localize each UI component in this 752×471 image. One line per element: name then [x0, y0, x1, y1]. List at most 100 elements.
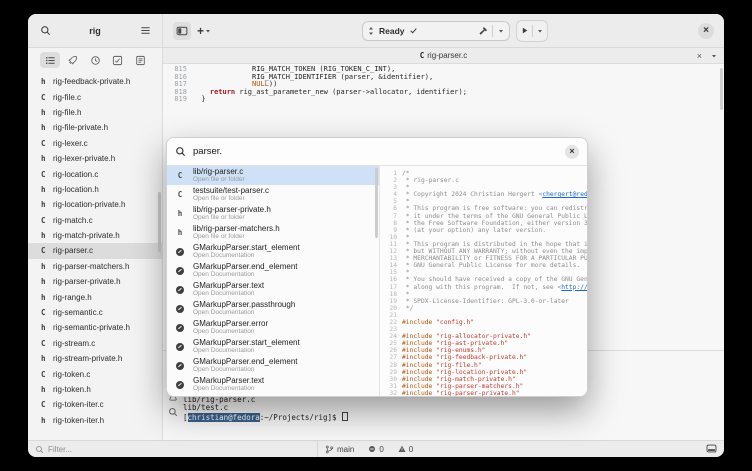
results-scrollbar[interactable]	[375, 168, 378, 238]
file-type-badge: C	[41, 139, 53, 148]
search-result-row[interactable]: GMarkupParser.start_elementOpen Document…	[167, 337, 379, 356]
line-number: 24	[384, 333, 402, 340]
file-row[interactable]: Crig-semantic.c	[28, 305, 162, 320]
preview-text: #include "rig-parser-private.h"	[402, 390, 520, 396]
file-row[interactable]: Crig-file.c	[28, 89, 162, 104]
search-result-row[interactable]: GMarkupParser.end_elementOpen Documentat…	[167, 261, 379, 280]
search-result-row[interactable]: GMarkupParser.passthroughOpen Documentat…	[167, 299, 379, 318]
omnibar[interactable]: Ready	[362, 21, 510, 41]
preview-line: 1/*	[384, 170, 587, 177]
file-row[interactable]: hrig-parser-private.h	[28, 274, 162, 289]
search-result-row[interactable]: hlib/rig-parser-matchers.hOpen file or f…	[167, 223, 379, 242]
line-number: 7	[384, 213, 402, 220]
search-dialog-body: Clib/rig-parser.cOpen file or folderCtes…	[167, 166, 587, 396]
preview-line: 32#include "rig-parser-private.h"	[384, 390, 587, 396]
result-texts: testsuite/test-parser.cOpen file or fold…	[193, 186, 269, 203]
file-type-badge: C	[41, 93, 53, 102]
file-row[interactable]: hrig-feedback-private.h	[28, 74, 162, 89]
warning-count[interactable]: 0	[391, 445, 420, 454]
file-row[interactable]: Crig-lexer.c	[28, 136, 162, 151]
toggle-bottom-panel-icon[interactable]	[706, 443, 724, 456]
project-tree-icon[interactable]	[40, 52, 60, 68]
sidebar-scrollbar[interactable]	[158, 192, 161, 252]
result-title: GMarkupParser.end_element	[193, 357, 298, 366]
file-name: rig-parser.c	[53, 246, 93, 255]
dialog-close-button[interactable]: ×	[565, 145, 579, 159]
sidebar-panel-tabs	[28, 48, 162, 72]
tab-close-icon[interactable]: ×	[697, 51, 702, 61]
menu-icon[interactable]	[136, 22, 154, 40]
tab-rig-parser[interactable]: Crig-parser.c	[163, 51, 724, 60]
file-row[interactable]: Crig-location.c	[28, 166, 162, 181]
preview-line: 22#include "config.h"	[384, 319, 587, 326]
preview-text: * (at your option) any later version.	[402, 227, 546, 234]
search-result-row[interactable]: Ctestsuite/test-parser.cOpen file or fol…	[167, 185, 379, 204]
result-subtitle: Open Documentation	[193, 271, 298, 279]
file-row[interactable]: hrig-location-private.h	[28, 197, 162, 212]
run-play-icon[interactable]	[520, 26, 529, 35]
result-title: testsuite/test-parser.c	[193, 186, 269, 195]
search-input[interactable]: parser.	[193, 146, 558, 157]
file-name: rig-semantic.c	[53, 308, 103, 317]
file-row[interactable]: Crig-stream.c	[28, 336, 162, 351]
window-close-button[interactable]: ×	[698, 23, 714, 39]
tab-list-chevron-icon[interactable]	[710, 52, 718, 60]
notes-icon[interactable]	[130, 52, 150, 68]
line-number: 8	[384, 220, 402, 227]
chevron-down-icon[interactable]	[204, 27, 212, 35]
file-name: rig-parser-matchers.h	[53, 262, 129, 271]
file-row[interactable]: hrig-range.h	[28, 289, 162, 304]
terminal-prompt[interactable]: [christian@fedora:~/Projects/rig]$	[183, 412, 724, 422]
error-count[interactable]: 0	[361, 445, 390, 454]
preview-text: #include "rig-parser-matchers.h"	[402, 383, 523, 390]
search-result-row[interactable]: GMarkupParser.textOpen Documentation	[167, 375, 379, 394]
run-options-chevron-icon[interactable]	[536, 27, 544, 35]
result-subtitle: Open Documentation	[193, 309, 295, 317]
preview-text: * This program is free software: you can…	[402, 205, 587, 212]
file-row[interactable]: hrig-file-private.h	[28, 120, 162, 135]
run-panel-icon[interactable]	[63, 52, 83, 68]
history-icon[interactable]	[85, 52, 105, 68]
file-row[interactable]: hrig-token.h	[28, 382, 162, 397]
file-row[interactable]: Crig-token-iter.c	[28, 397, 162, 412]
file-type-badge: C	[41, 170, 53, 179]
file-type-badge: h	[41, 354, 53, 363]
preview-text: *	[402, 291, 410, 298]
file-row[interactable]: Crig-match.c	[28, 213, 162, 228]
file-row[interactable]: Crig-token.c	[28, 366, 162, 381]
file-row[interactable]: hrig-match-private.h	[28, 228, 162, 243]
search-icon[interactable]	[36, 22, 54, 40]
plus-icon[interactable]: +	[197, 24, 204, 38]
file-row[interactable]: hrig-token-iter.h	[28, 413, 162, 428]
file-row[interactable]: hrig-stream-private.h	[28, 351, 162, 366]
file-type-badge: h	[173, 228, 187, 237]
file-row[interactable]: hrig-file.h	[28, 105, 162, 120]
documentation-icon	[173, 267, 187, 275]
build-hammer-icon[interactable]	[478, 26, 488, 36]
search-result-row[interactable]: GMarkupParser.errorOpen Documentation	[167, 318, 379, 337]
documentation-icon	[173, 381, 187, 389]
file-row[interactable]: Crig-parser.c	[28, 243, 162, 258]
search-result-row[interactable]: hlib/rig-parser-private.hOpen file or fo…	[167, 204, 379, 223]
run-split-button[interactable]	[516, 20, 548, 42]
build-options-chevron-icon[interactable]	[497, 27, 505, 35]
file-row[interactable]: hrig-lexer-private.h	[28, 151, 162, 166]
terminal-search-icon[interactable]	[168, 407, 178, 417]
search-result-row[interactable]: GMarkupParser.end_elementOpen Documentat…	[167, 356, 379, 375]
todo-icon[interactable]	[108, 52, 128, 68]
documentation-icon	[173, 305, 187, 313]
file-row[interactable]: hrig-semantic-private.h	[28, 320, 162, 335]
file-type-badge: C	[420, 51, 425, 60]
terminal-line: lib/test.c	[183, 404, 724, 412]
search-result-row[interactable]: Clib/rig-parser.cOpen file or folder	[167, 166, 379, 185]
file-row[interactable]: hrig-parser-matchers.h	[28, 259, 162, 274]
search-result-row[interactable]: GMarkupParser.start_elementOpen Document…	[167, 242, 379, 261]
result-texts: GMarkupParser.end_elementOpen Documentat…	[193, 357, 298, 374]
search-result-row[interactable]: GMarkupParser.textOpen Documentation	[167, 280, 379, 299]
file-row[interactable]: hrig-location.h	[28, 182, 162, 197]
branch-indicator[interactable]: main	[318, 445, 361, 454]
new-tab-split-button[interactable]: +	[197, 24, 212, 38]
editor-scrollbar[interactable]	[720, 68, 723, 110]
filter-input[interactable]: Filter...	[28, 441, 318, 457]
toggle-sidebar-icon[interactable]	[173, 22, 191, 40]
